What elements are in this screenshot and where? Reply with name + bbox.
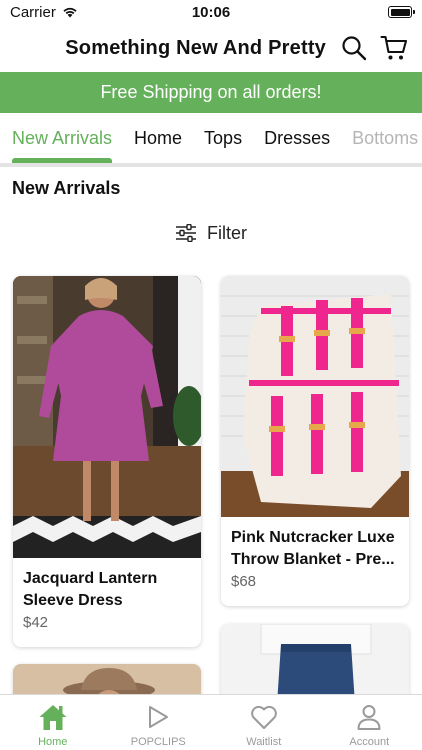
tab-label: Dresses	[264, 127, 331, 148]
product-card[interactable]: Jacquard Lantern Sleeve Dress $42	[13, 276, 201, 647]
tab-new-arrivals[interactable]: New Arrivals	[0, 113, 123, 163]
heart-icon	[250, 705, 277, 729]
product-image	[13, 276, 201, 558]
filter-label: Filter	[207, 222, 247, 243]
battery-icon	[388, 6, 415, 18]
tab-label: Tops	[204, 127, 243, 148]
product-info: Jacquard Lantern Sleeve Dress $42	[13, 558, 201, 631]
nav-label: Home	[38, 736, 68, 748]
search-icon	[342, 36, 367, 61]
nav-account[interactable]: Account	[317, 695, 422, 750]
blanket-photo	[221, 276, 409, 517]
banner-text: Free Shipping on all orders!	[100, 82, 322, 102]
cart-icon	[380, 35, 408, 60]
tab-dresses[interactable]: Dresses	[253, 113, 341, 163]
app-header: Something New And Pretty	[0, 24, 422, 72]
nav-popclips[interactable]: POPCLIPS	[106, 695, 212, 750]
nav-label: POPCLIPS	[130, 736, 186, 748]
bottom-nav: Home POPCLIPS Waitlist Account	[0, 694, 422, 750]
nav-label: Account	[349, 736, 390, 748]
tab-label: Home	[134, 127, 183, 148]
filter-button[interactable]: Filter	[0, 218, 422, 248]
status-left: Carrier	[10, 4, 78, 21]
home-icon	[39, 705, 67, 730]
product-name: Pink Nutcracker Luxe Throw Blanket - Pre…	[231, 529, 395, 568]
status-bar: Carrier 10:06	[0, 0, 422, 24]
category-tabs: New Arrivals Home Tops Dresses Bottoms	[0, 113, 422, 163]
tab-bottoms[interactable]: Bottoms	[341, 113, 422, 163]
carrier-label: Carrier	[10, 3, 56, 21]
store-title: Something New And Pretty	[65, 36, 326, 59]
search-button[interactable]	[340, 34, 368, 62]
filter-icon	[176, 224, 196, 242]
play-icon	[149, 706, 169, 728]
tab-label: New Arrivals	[12, 127, 113, 148]
product-card[interactable]: Pink Nutcracker Luxe Throw Blanket - Pre…	[221, 276, 409, 606]
tab-home[interactable]: Home	[123, 113, 193, 163]
product-info: Pink Nutcracker Luxe Throw Blanket - Pre…	[221, 517, 409, 590]
product-price: $42	[23, 614, 49, 631]
cart-button[interactable]	[380, 34, 408, 62]
product-image	[221, 276, 409, 517]
section-title: New Arrivals	[12, 178, 121, 198]
product-name: Jacquard Lantern Sleeve Dress	[23, 570, 158, 609]
dress-photo	[13, 276, 201, 558]
nav-label: Waitlist	[246, 736, 282, 748]
tab-divider	[0, 163, 422, 167]
product-price: $68	[231, 573, 257, 590]
account-icon	[357, 705, 381, 730]
tab-label: Bottoms	[352, 127, 419, 148]
nav-home[interactable]: Home	[0, 695, 106, 750]
free-shipping-banner: Free Shipping on all orders!	[0, 72, 422, 113]
tab-tops[interactable]: Tops	[193, 113, 253, 163]
wifi-icon	[63, 7, 77, 18]
nav-waitlist[interactable]: Waitlist	[211, 695, 317, 750]
